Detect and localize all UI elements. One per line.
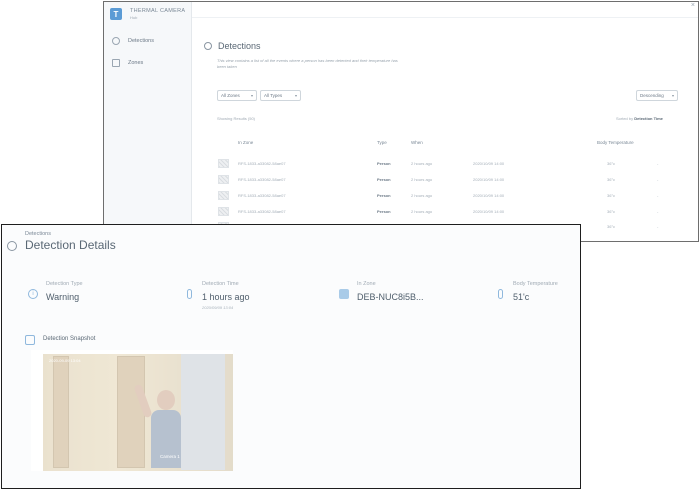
sorted-prefix: Sorted by: [616, 116, 634, 121]
cell-date: 2020/10/09 14:00: [473, 209, 505, 214]
top-bar: ×: [192, 2, 698, 18]
thermometer-icon: [187, 289, 192, 299]
sort-order-select[interactable]: Descending ▾: [636, 90, 678, 101]
sorted-field: Detection Time: [634, 116, 663, 121]
field-label: In Zone: [357, 281, 376, 287]
row-thumbnail-image: [218, 159, 229, 168]
chevron-down-icon: ▾: [294, 93, 297, 98]
breadcrumb[interactable]: Detections: [25, 231, 51, 237]
row-thumbnail-image: [218, 191, 229, 200]
cell-when: 2 hours ago: [411, 209, 433, 214]
snapshot-label: Detection Snapshot: [43, 336, 96, 342]
types-filter-select[interactable]: All Types ▾: [260, 90, 301, 101]
zones-filter-value: All Zones: [221, 93, 240, 98]
field-subvalue: 2020/09/09 13:04: [202, 305, 234, 310]
field-value: 1 hours ago: [202, 292, 250, 302]
detections-window: T THERMAL CAMERA Hub Detections Zones × …: [103, 1, 699, 242]
table-row[interactable]: RFS-1833-a33082-58ae07 Person 2 hours ago 2…: [218, 191, 698, 203]
cell-temperature: 36°c: [607, 177, 616, 182]
app-subtitle: Hub: [130, 15, 138, 20]
zone-icon: [339, 289, 349, 299]
row-thumbnail-image: [218, 207, 229, 216]
column-header-when[interactable]: When: [411, 140, 423, 145]
app-title: THERMAL CAMERA: [130, 8, 186, 14]
snapshot-camera-label: Camera 1: [160, 454, 180, 459]
info-icon: i: [28, 289, 38, 299]
zones-filter-select[interactable]: All Zones ▾: [217, 90, 257, 101]
sidebar-item-zones[interactable]: Zones: [112, 59, 143, 67]
cell-temperature: 36°c: [607, 224, 616, 229]
cell-extra: -: [657, 177, 659, 182]
cell-type: Person: [377, 177, 391, 182]
field-label: Detection Type: [46, 281, 83, 287]
detections-icon: [112, 37, 120, 45]
detections-heading-icon: [204, 42, 212, 50]
page-description: This view contains a list of all the eve…: [217, 58, 398, 69]
chevron-down-icon: ▾: [250, 93, 253, 98]
types-filter-value: All Types: [264, 93, 283, 98]
sorted-by-label: Sorted by Detection Time: [616, 116, 663, 121]
table-row[interactable]: RFS-1833-a33082-58ae07 Person 2 hours ago 2…: [218, 207, 698, 219]
field-label: Detection Time: [202, 281, 239, 287]
table-row[interactable]: RFS-1833-a33082-58ae07 Person 2 hours ago 2…: [218, 175, 698, 187]
in-zone-field: In Zone DEB-NUC8i5B...: [339, 281, 424, 302]
cell-type: Person: [377, 193, 391, 198]
cell-date: 2020/10/09 14:00: [473, 193, 505, 198]
cell-when: 2 hours ago: [411, 161, 433, 166]
cell-temperature: 36°c: [607, 193, 616, 198]
column-header-type[interactable]: Type: [377, 140, 387, 145]
camera-icon: [25, 335, 35, 345]
cell-zone: RFS-1833-a33082-58ae07: [238, 193, 286, 198]
field-value: 51'c: [513, 292, 530, 302]
brand: T THERMAL CAMERA Hub: [110, 8, 185, 20]
cell-temperature: 36°c: [607, 209, 616, 214]
thermometer-icon: [498, 289, 503, 299]
snapshot-timestamp: 2020-09-09 13:04: [49, 358, 81, 363]
detection-time-field: Detection Time 1 hours ago 2020/09/09 13…: [187, 281, 250, 310]
row-thumbnail-image: [218, 175, 229, 184]
results-count: Showing Results (50): [217, 116, 256, 121]
detection-details-icon: [7, 241, 17, 251]
column-header-zone[interactable]: In Zone: [238, 140, 253, 145]
detection-type-field: i Detection Type Warning: [28, 281, 83, 302]
cell-when: 2 hours ago: [411, 193, 433, 198]
cell-type: Person: [377, 161, 391, 166]
page-title: Detection Details: [25, 238, 116, 252]
cell-zone: RFS-1833-a33082-58ae07: [238, 161, 286, 166]
snapshot-overlay: [31, 350, 233, 471]
app-logo-icon: T: [110, 8, 122, 20]
cell-date: 2020/10/09 14:00: [473, 177, 505, 182]
body-temperature-field: Body Temperature 51'c: [498, 281, 558, 302]
cell-extra: -: [657, 193, 659, 198]
cell-type: Person: [377, 209, 391, 214]
detection-details-window: Detections Detection Details i Detection…: [1, 224, 581, 489]
sidebar-item-label: Zones: [128, 60, 144, 66]
cell-extra: -: [657, 224, 659, 229]
cell-temperature: 36°c: [607, 240, 615, 241]
field-value: DEB-NUC8i5B...: [357, 292, 424, 302]
field-label: Body Temperature: [513, 281, 558, 287]
cell-extra: -: [657, 161, 659, 166]
sidebar-item-detections[interactable]: Detections: [112, 37, 154, 45]
sidebar-item-label: Detections: [128, 38, 154, 44]
cell-date: 2020/10/09 14:00: [473, 161, 505, 166]
cell-when: 2 hours ago: [411, 177, 433, 182]
cell-temperature: 36°c: [607, 161, 616, 166]
table-row[interactable]: RFS-1833-a33082-58ae07 Person 2 hours ago 2…: [218, 159, 698, 171]
sort-order-value: Descending: [640, 93, 664, 98]
close-icon[interactable]: ×: [691, 2, 695, 9]
cell-zone: RFS-1833-a33082-58ae07: [238, 177, 286, 182]
page-title: Detections: [218, 41, 261, 51]
zones-icon: [112, 59, 120, 67]
chevron-down-icon: ▾: [671, 93, 674, 98]
field-value: Warning: [46, 292, 80, 302]
cell-zone: RFS-1833-a33082-58ae07: [238, 209, 286, 214]
column-header-temperature[interactable]: Body Temperature: [597, 140, 634, 145]
detection-snapshot-image[interactable]: 2020-09-09 13:04 Camera 1: [31, 350, 233, 471]
sidebar: T THERMAL CAMERA Hub Detections Zones: [104, 2, 192, 241]
cell-extra: -: [657, 209, 659, 214]
